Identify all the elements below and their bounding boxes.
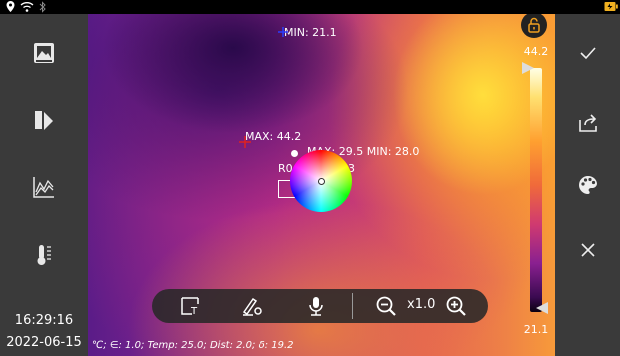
palette-icon [579,176,597,194]
share-icon [579,114,597,132]
battery-charging-icon [604,2,618,11]
gallery-button[interactable] [29,38,59,68]
lock-button[interactable] [521,12,547,38]
scale-min-handle-icon[interactable] [536,302,548,314]
roi-tool-icon: T [181,297,199,317]
min-marker-icon [278,27,288,37]
color-picker-wheel[interactable] [290,150,352,212]
edit-settings-icon [242,297,262,316]
zoom-out-icon [376,296,396,316]
thermometer-icon [37,245,51,265]
zoom-level: x1.0 [407,297,436,312]
scale-max-handle-icon[interactable] [522,62,534,74]
toolbar-divider [352,293,353,319]
bottom-toolbar: T x1.0 [152,289,488,323]
microphone-icon [309,297,323,316]
gallery-icon [34,43,54,63]
thermometer-button[interactable] [29,240,59,270]
unlock-icon [528,17,540,33]
max-marker-icon [239,136,251,148]
right-sidebar [555,0,620,356]
microphone-button[interactable] [304,294,328,318]
location-pin-icon [6,1,15,12]
bluetooth-icon [39,1,46,13]
zoom-in-icon [446,296,466,316]
wifi-icon [20,2,34,12]
time-display: 16:29:16 [14,313,74,328]
palette-mode-icon [35,111,53,130]
left-sidebar: 16:29:16 2022-06-15 [0,0,88,356]
date-display: 2022-06-15 [6,335,82,350]
temperature-scale-bar[interactable] [530,68,542,312]
measurement-parameters: ℃; ∈: 1.0; Temp: 25.0; Dist: 2.0; δ: 19.… [92,340,294,351]
thermal-camera-app: MIN: 21.1 MAX: 44.2 MAX: 29.5 MIN: 28.0 … [0,0,620,356]
close-icon [581,243,595,257]
zoom-in-button[interactable] [444,294,468,318]
color-picker-cursor[interactable] [318,178,325,185]
palette-mode-button[interactable] [29,105,59,135]
roi-tool-button[interactable]: T [178,294,202,318]
scale-max-value: 44.2 [523,45,549,58]
scale-min-value: 21.1 [523,323,549,336]
max-temp-label: MAX: 44.2 [245,130,302,143]
min-temp-label: MIN: 21.1 [284,26,337,39]
confirm-button[interactable] [575,40,601,66]
roi-handle[interactable] [291,150,298,157]
zoom-out-button[interactable] [374,294,398,318]
palette-button[interactable] [575,172,601,198]
share-button[interactable] [575,110,601,136]
close-button[interactable] [575,237,601,263]
status-bar [0,0,620,14]
chart-icon [33,177,54,198]
edit-settings-button[interactable] [240,294,264,318]
chart-button[interactable] [29,172,59,202]
check-icon [580,47,596,60]
svg-text:T: T [190,306,198,317]
